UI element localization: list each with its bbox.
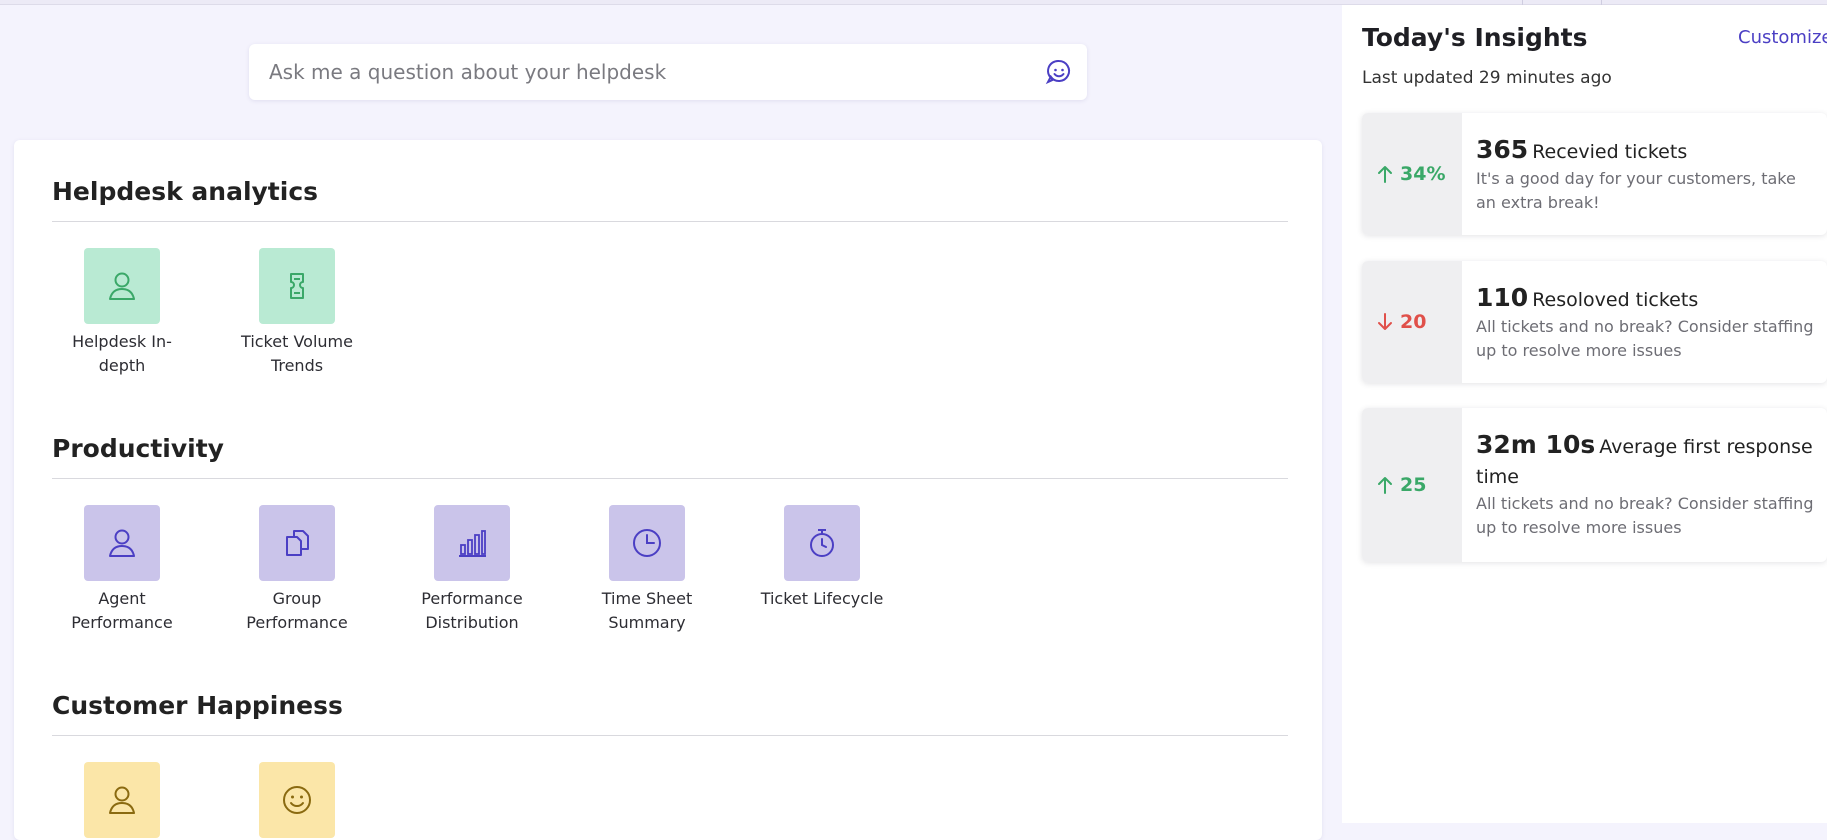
insight-label: Recevied tickets [1532,141,1688,163]
main-panel: Helpdesk analytics Helpdesk In-depth [0,5,1342,840]
insight-description: All tickets and no break? Consider staff… [1476,317,1814,360]
reports-card: Helpdesk analytics Helpdesk In-depth Tic… [14,140,1322,840]
search-input[interactable] [269,44,1029,100]
section-title: Productivity [52,429,1288,479]
insight-description: All tickets and no break? Consider staff… [1476,494,1814,537]
arrow-down-icon [1378,313,1392,330]
tile-label: Ticket Volume Trends [241,332,353,375]
delta-value: 25 [1400,474,1427,496]
insights-title: Today's Insights [1362,23,1588,52]
clock-icon [633,529,661,557]
insight-value: 365 [1476,135,1529,164]
user-icon [109,272,135,300]
insight-delta: 34% [1362,113,1462,235]
customize-link[interactable]: Customize [1738,27,1827,48]
insight-card-first-response[interactable]: 25 32m 10s Average first response time Al… [1362,408,1827,562]
documents-icon [286,530,309,556]
tile-label: Performance Distribution [421,589,523,632]
insight-description: It's a good day for your customers, take… [1476,169,1796,212]
chat-bot-icon[interactable] [1045,58,1073,86]
search-bar [249,44,1087,100]
user-icon [109,529,135,557]
tile-label: Helpdesk In-depth [72,332,172,375]
insight-value: 32m 10s [1476,430,1596,459]
section-productivity: Productivity Agent Performance Group Per… [52,429,1288,632]
delta-value: 20 [1400,311,1427,333]
arrow-up-icon [1378,477,1392,494]
user-icon [109,786,135,814]
insight-value: 110 [1476,283,1529,312]
tile-label: Group Performance [246,589,348,632]
insight-delta: 20 [1362,261,1462,383]
smiley-icon [283,786,311,814]
section-helpdesk-analytics: Helpdesk analytics Helpdesk In-depth Tic… [52,172,1288,375]
insight-card-received[interactable]: 34% 365 Recevied tickets It's a good day … [1362,113,1827,235]
insights-panel: Today's Insights Customize Last updated … [1342,5,1827,823]
section-title: Customer Happiness [52,686,1288,736]
insight-label: Resoloved tickets [1532,289,1699,311]
tile-label: Ticket Lifecycle [760,589,884,608]
last-updated-text: Last updated 29 minutes ago [1362,68,1612,88]
insight-card-resolved[interactable]: 20 110 Resoloved tickets All tickets and … [1362,261,1827,383]
ticket-icon [290,273,304,299]
bar-chart-icon [459,530,486,557]
delta-value: 34% [1400,163,1446,185]
section-customer-happiness: Customer Happiness [52,686,1288,838]
stopwatch-icon [810,529,834,557]
tile-label: Time Sheet Summary [601,589,693,632]
tile-label: Agent Performance [71,589,173,632]
insight-delta: 25 [1362,408,1462,562]
section-title: Helpdesk analytics [52,172,1288,222]
arrow-up-icon [1378,166,1392,183]
